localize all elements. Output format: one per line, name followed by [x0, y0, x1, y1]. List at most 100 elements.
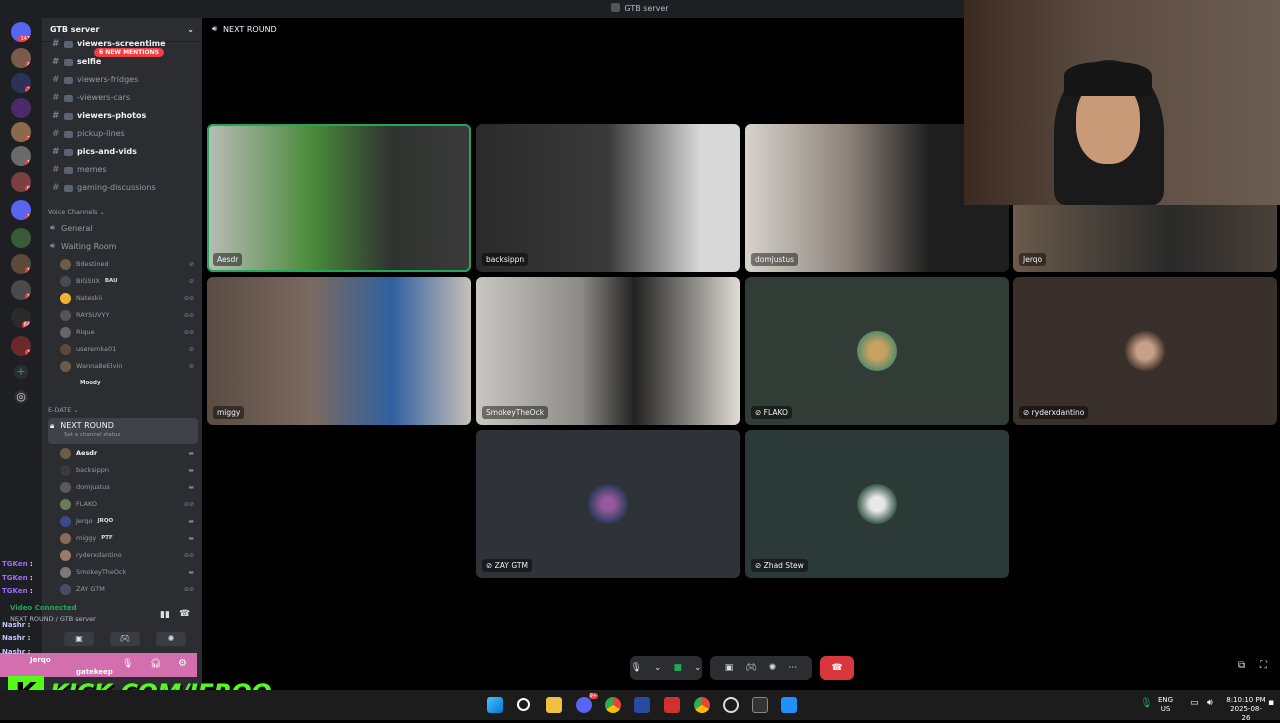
channel-item[interactable]: # gaming-discussions: [48, 180, 198, 196]
voice-channel-general[interactable]: 🔊︎ General: [48, 219, 198, 237]
audio-tile[interactable]: ⊘ FLAKO: [745, 277, 1009, 425]
mic-icon[interactable]: 🎙︎: [122, 659, 133, 669]
audio-tile[interactable]: ⊘ Zhad Stew: [745, 430, 1009, 578]
hash-icon: #: [52, 165, 60, 175]
voice-category[interactable]: Voice Channels ⌄: [48, 208, 105, 216]
tile-name-text: ZAY GTM: [494, 561, 528, 570]
settings-gear-icon[interactable]: ⚙: [178, 658, 187, 669]
channel-item[interactable]: # -viewers-cars: [48, 90, 198, 106]
windows-start-icon[interactable]: [487, 697, 503, 713]
avatar: [60, 481, 71, 493]
server-icon-1[interactable]: 4: [11, 48, 31, 68]
channel-item[interactable]: # selfie: [48, 54, 198, 70]
server-icon-10[interactable]: 1: [11, 280, 31, 300]
steam-icon[interactable]: [723, 697, 739, 713]
discord-icon[interactable]: 9+: [576, 693, 598, 713]
clock[interactable]: 8:10:10 PM 2025-08-26: [1226, 696, 1266, 723]
server-icon-7[interactable]: 1: [11, 200, 31, 220]
video-tile[interactable]: miggy: [207, 277, 471, 425]
channel-item[interactable]: # viewers-fridges: [48, 72, 198, 88]
member-name: domjustus: [76, 483, 110, 491]
channel-item[interactable]: # viewers-photos: [48, 108, 198, 124]
windows-taskbar: 9+ 🎙︎ ENG US ▭ 🔊︎ 8:10:10 PM 2025-08-26 …: [0, 690, 1280, 723]
video-tile[interactable]: backsippn: [476, 124, 740, 272]
video-tile[interactable]: Aesdr: [207, 124, 471, 272]
server-icon-6[interactable]: 6: [11, 172, 31, 192]
voice-member[interactable]: miggy PTF ▬: [60, 530, 198, 546]
video-tile[interactable]: SmokeyTheOck: [476, 277, 740, 425]
server-icon-4[interactable]: 2: [11, 122, 31, 142]
server-icon-5[interactable]: 1: [11, 146, 31, 166]
channel-item[interactable]: # memes: [48, 162, 198, 178]
app-icon[interactable]: [634, 697, 650, 713]
mic-icon[interactable]: 🎙︎: [1140, 698, 1153, 709]
mic-icon[interactable]: 🎙︎: [630, 663, 641, 673]
volume-icon[interactable]: 🔊︎: [1207, 698, 1213, 708]
voice-member[interactable]: RAYSUVYY ⊘⊘: [60, 307, 198, 323]
terminal-icon[interactable]: [752, 697, 768, 713]
add-server-button[interactable]: +: [14, 365, 28, 379]
tile-name: ⊘ FLAKO: [751, 406, 792, 419]
screen-share-icon[interactable]: ▣: [725, 663, 734, 673]
server-icon-8[interactable]: [11, 228, 31, 248]
popout-icon[interactable]: ⧉: [1238, 660, 1245, 671]
voice-member[interactable]: WannaBeElvin ⊘: [60, 358, 198, 374]
soundboard-button[interactable]: ✺: [156, 632, 186, 646]
channel-item[interactable]: # pickup-lines: [48, 126, 198, 142]
channel-status[interactable]: Set a channel status: [64, 432, 120, 438]
file-explorer-icon[interactable]: [546, 697, 562, 713]
more-options-icon[interactable]: ⋯: [788, 663, 797, 673]
voice-member[interactable]: useremka01 ⊘: [60, 341, 198, 357]
notification-icon[interactable]: ▪: [1268, 698, 1274, 708]
server-icon-9[interactable]: 1: [11, 254, 31, 274]
voice-member[interactable]: backsippn ▬: [60, 462, 198, 478]
home-icon[interactable]: 143: [11, 22, 31, 42]
chat-line: TGKen :: [2, 558, 122, 572]
voice-channel-next-round[interactable]: 🔒︎ NEXT ROUND Set a channel status: [48, 418, 198, 444]
audio-tile[interactable]: ⊘ ryderxdantino: [1013, 277, 1277, 425]
badge: 1: [24, 293, 31, 300]
app-window-icon[interactable]: [781, 697, 797, 713]
hang-up-button[interactable]: ☎: [820, 656, 854, 680]
chrome-icon[interactable]: [605, 697, 621, 713]
recording-app-icon[interactable]: [664, 697, 680, 713]
chat-message: :: [30, 573, 33, 582]
voice-member[interactable]: Bdestined ⊘: [60, 256, 198, 272]
activity-icon[interactable]: 🎮︎: [745, 663, 756, 673]
avatar: [60, 292, 71, 304]
audio-tile[interactable]: ⊘ ZAY GTM: [476, 430, 740, 578]
chrome-profile-icon[interactable]: [694, 697, 710, 713]
language-indicator[interactable]: ENG US: [1158, 696, 1173, 714]
server-icon-2[interactable]: 2: [11, 73, 31, 93]
voice-member[interactable]: Rique ⊘⊘: [60, 324, 198, 340]
voice-member[interactable]: Moody⊘: [80, 375, 202, 391]
member-tag: BAU: [104, 278, 118, 284]
server-icon-12[interactable]: 3: [11, 336, 31, 356]
disconnect-icon[interactable]: ☎: [179, 609, 190, 619]
soundboard-icon[interactable]: ✺: [769, 663, 777, 673]
explore-icon[interactable]: ◎: [14, 390, 28, 404]
chevron-down-icon[interactable]: ⌄: [654, 663, 662, 673]
signal-icon[interactable]: ▮▮: [160, 610, 170, 620]
member-name: RAYSUVYY: [76, 311, 110, 319]
headphones-icon[interactable]: 🎧︎: [150, 659, 161, 669]
network-icon[interactable]: ▭: [1190, 698, 1199, 708]
voice-channel-waiting[interactable]: 🔊︎ Waiting Room: [48, 237, 198, 255]
voice-member[interactable]: Jerqo JRQO ▬: [60, 513, 198, 529]
badge: 2: [24, 135, 31, 142]
voice-member[interactable]: Aesdr ▬: [60, 445, 198, 461]
voice-member[interactable]: domjustus ▬: [60, 479, 198, 495]
chat-message: :: [27, 647, 31, 656]
voice-member[interactable]: FLAKO ⊘⊘: [60, 496, 198, 512]
voice-member[interactable]: Nateskii ⊘⊘: [60, 290, 198, 306]
voice-member[interactable]: BIGSIIX BAU ⊘: [60, 273, 198, 289]
edate-category[interactable]: E-DATE ⌄: [48, 406, 79, 414]
chevron-down-icon[interactable]: ⌄: [694, 663, 702, 673]
camera-icon[interactable]: ■: [673, 663, 682, 673]
search-icon[interactable]: [517, 698, 530, 711]
channel-item[interactable]: # pics-and-vids: [48, 144, 198, 160]
channel-item[interactable]: # viewers-screentime: [48, 36, 198, 52]
server-icon-3[interactable]: [11, 98, 31, 118]
server-icon-11[interactable]: 84: [11, 308, 31, 328]
fullscreen-icon[interactable]: ⛶: [1260, 660, 1267, 671]
